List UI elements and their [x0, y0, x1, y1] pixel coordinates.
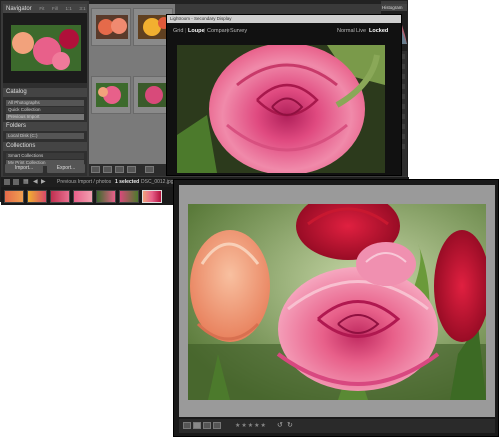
star-rating-icon[interactable]: ★★★★★: [235, 423, 271, 429]
monitor-2-icon[interactable]: [13, 179, 19, 185]
filmstrip-source-path[interactable]: Previous Import / photos: [57, 177, 111, 187]
secondary-loupe-image: [177, 45, 385, 173]
painter-tool-button[interactable]: [145, 166, 154, 173]
collection-item-smart-collections[interactable]: Smart Collections: [6, 153, 84, 159]
loupe-main-image[interactable]: [188, 204, 486, 400]
folder-item-local-disk[interactable]: Local Disk (C:): [6, 133, 84, 139]
histogram-panel-header[interactable]: Histogram: [381, 4, 407, 11]
view-mode-loupe[interactable]: Loupe: [188, 23, 205, 39]
filmstrip-thumbnail[interactable]: [96, 190, 116, 203]
secondary-display-window: Lightroom - Secondary Display Grid | Lou…: [166, 14, 402, 176]
navigator-zoom-tabs: Fit Fill 1:1 3:1: [33, 6, 85, 12]
navigator-title: Navigator: [6, 6, 32, 12]
folders-title: Folders: [6, 123, 27, 129]
filmstrip-thumbnail-selected[interactable]: [142, 190, 162, 203]
filmstrip-thumbnail[interactable]: [119, 190, 139, 203]
grid-view-button[interactable]: [183, 422, 191, 429]
zoom-tab-fill[interactable]: Fill: [52, 6, 58, 11]
filmstrip-selection-count: 1 selected: [115, 179, 140, 185]
rotate-right-icon[interactable]: ↻: [287, 422, 293, 430]
catalog-panel-header[interactable]: Catalog: [3, 88, 87, 97]
catalog-item-previous-import[interactable]: Previous Import: [6, 114, 84, 120]
filmstrip-thumbnail[interactable]: [27, 190, 47, 203]
catalog-item-quick-collection[interactable]: Quick Collection: [6, 107, 84, 113]
loupe-option-normal[interactable]: Normal: [337, 23, 355, 39]
thumbnail-image: [96, 83, 128, 107]
folders-panel-header[interactable]: Folders: [3, 122, 87, 131]
forward-arrow-icon[interactable]: ▶: [41, 177, 46, 187]
collections-panel-header[interactable]: Collections: [3, 142, 87, 151]
grid-thumbnail[interactable]: [91, 8, 131, 46]
loupe-canvas: [179, 185, 495, 417]
left-panel: Navigator Fit Fill 1:1 3:1 Catalog All P…: [3, 4, 87, 176]
export-button[interactable]: Export...: [47, 164, 85, 173]
filmstrip-thumbnail[interactable]: [73, 190, 93, 203]
loupe-view-button[interactable]: [103, 166, 112, 173]
catalog-item-all-photographs[interactable]: All Photographs: [6, 100, 84, 106]
filmstrip-filename: DSC_0012.jpg: [141, 179, 174, 185]
loupe-view-button[interactable]: [193, 422, 201, 429]
zoom-tab-fit[interactable]: Fit: [39, 6, 44, 11]
library-grid: [89, 4, 175, 164]
library-toolbar: [89, 164, 175, 176]
monitor-1-icon[interactable]: [4, 179, 10, 185]
import-button[interactable]: Import...: [5, 164, 43, 173]
compare-view-button[interactable]: [115, 166, 124, 173]
rotate-left-icon[interactable]: ↺: [277, 422, 283, 430]
view-mode-grid[interactable]: Grid: [173, 23, 183, 39]
view-mode-survey[interactable]: Survey: [230, 23, 247, 39]
survey-view-button[interactable]: [213, 422, 221, 429]
catalog-title: Catalog: [6, 89, 27, 95]
loupe-option-live[interactable]: Live: [356, 23, 366, 39]
compare-view-button[interactable]: [203, 422, 211, 429]
loupe-option-locked[interactable]: Locked: [369, 23, 388, 39]
grid-view-button[interactable]: [91, 166, 100, 173]
filmstrip-thumbnail[interactable]: [4, 190, 24, 203]
back-arrow-icon[interactable]: ◀: [33, 177, 38, 187]
collections-title: Collections: [6, 143, 36, 149]
loupe-view-window: ★★★★★ ↺ ↻: [173, 179, 499, 437]
grid-icon[interactable]: ▦: [23, 177, 29, 187]
zoom-tab-1-1[interactable]: 1:1: [65, 6, 71, 11]
filmstrip-thumbnail[interactable]: [50, 190, 70, 203]
thumbnail-image: [96, 15, 128, 39]
secondary-view-nav: Grid | Loupe | Compare | Survey Normal L…: [167, 23, 401, 39]
secondary-window-titlebar[interactable]: Lightroom - Secondary Display: [167, 15, 401, 23]
navigator-preview[interactable]: [3, 13, 87, 83]
loupe-toolbar: ★★★★★ ↺ ↻: [179, 419, 495, 433]
navigator-preview-image: [11, 25, 81, 71]
navigator-panel-header[interactable]: Navigator Fit Fill 1:1 3:1: [3, 4, 87, 13]
survey-view-button[interactable]: [127, 166, 136, 173]
zoom-tab-3-1[interactable]: 3:1: [79, 6, 85, 11]
grid-thumbnail[interactable]: [91, 76, 131, 114]
